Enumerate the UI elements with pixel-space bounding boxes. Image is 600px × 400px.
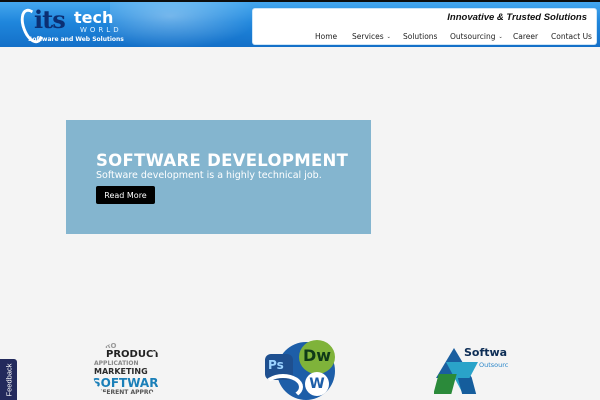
chevron-down-icon: ⌄: [498, 34, 503, 40]
outsourcing-tile-subtitle: Outsourc: [479, 361, 509, 369]
site-header: its tech WORLD Software and Web Solution…: [0, 0, 600, 47]
wordpress-icon: W: [305, 372, 329, 396]
logo-brand-its: its: [34, 5, 66, 34]
wordcloud-word: MARKETING: [94, 367, 148, 376]
nav-panel: Innovative & Trusted Solutions Home Serv…: [253, 9, 596, 44]
site-logo[interactable]: its tech WORLD Software and Web Solution…: [16, 5, 124, 47]
swoosh-graphic: [263, 374, 303, 400]
header-slogan: Innovative & Trusted Solutions: [447, 12, 587, 23]
nav-item-solutions[interactable]: Solutions: [403, 32, 437, 41]
nav-item-label: Services: [352, 32, 384, 41]
nav-item-label: Contact Us: [551, 32, 592, 41]
nav-item-label: Outsourcing: [450, 32, 496, 41]
nav-item-label: Solutions: [403, 32, 438, 41]
nav-item-home[interactable]: Home: [315, 32, 337, 41]
service-tile-outsourcing[interactable]: Softwa Outsourc: [434, 338, 510, 400]
hero-subtitle: Software development is a highly technic…: [96, 170, 322, 181]
chevron-down-icon: ⌄: [386, 34, 391, 40]
outsourcing-tile-title: Softwa: [464, 346, 508, 359]
logo-tagline: Software and Web Solutions: [28, 36, 124, 43]
nav-item-services[interactable]: Services ⌄: [352, 32, 391, 41]
dreamweaver-label: Dw: [303, 346, 332, 365]
logo-brand-world: WORLD: [80, 26, 122, 34]
hero-banner: SOFTWARE DEVELOPMENT Software developmen…: [66, 120, 371, 234]
nav-item-label: Home: [315, 32, 338, 41]
hero-title: SOFTWARE DEVELOPMENT: [96, 151, 349, 170]
feedback-label: Feedback: [4, 363, 13, 396]
photoshop-label: Ps: [268, 358, 284, 372]
nav-item-contact-us[interactable]: Contact Us: [551, 32, 592, 41]
nav-item-career[interactable]: Career: [513, 32, 538, 41]
nav-item-outsourcing[interactable]: Outsourcing ⌄: [450, 32, 503, 41]
feedback-tab[interactable]: Feedback: [0, 359, 17, 400]
software-wordcloud-image: PRO PRODUCT APPLICATION MARKETING SOFTWA…: [92, 340, 164, 400]
wordcloud-word: IFFERENT APPROAC: [96, 389, 163, 396]
logo-brand-tech: tech: [74, 8, 114, 27]
wordcloud-word: SOFTWAR: [92, 376, 159, 390]
main-nav: Home Services ⌄ Solutions Outsourcing ⌄ Ca…: [253, 32, 596, 42]
wordcloud-word: PRODUCT: [106, 349, 161, 360]
service-tile-web[interactable]: Ps Dw W: [263, 338, 339, 400]
nav-item-label: Career: [513, 32, 539, 41]
read-more-button[interactable]: Read More: [96, 186, 155, 204]
service-tile-software[interactable]: PRO PRODUCT APPLICATION MARKETING SOFTWA…: [92, 338, 164, 400]
